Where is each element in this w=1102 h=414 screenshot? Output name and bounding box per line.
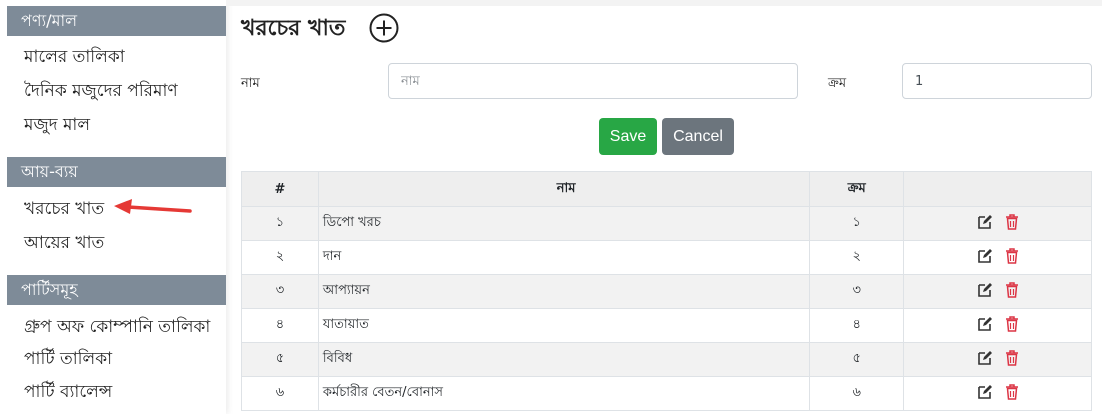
col-header-order: ক্রম <box>809 171 905 207</box>
plus-circle-icon[interactable] <box>369 13 399 43</box>
cell-actions <box>903 274 1092 309</box>
cell-order: ৫ <box>809 342 905 377</box>
edit-icon[interactable] <box>977 282 993 298</box>
sidebar-section-parties: পার্টিসমূহ <box>7 275 226 305</box>
sidebar-section-products: পণ্য/মাল <box>7 6 226 36</box>
edit-icon[interactable] <box>977 316 993 332</box>
cell-name: বিবিধ <box>317 342 811 377</box>
sidebar-item-group-companies[interactable]: গ্রুপ অফ কোম্পানি তালিকা <box>24 314 210 342</box>
table-row: ৪ যাতায়াত ৪ <box>241 308 1092 343</box>
cell-order: ৪ <box>809 308 905 343</box>
edit-icon[interactable] <box>977 248 993 264</box>
cell-actions <box>903 240 1092 275</box>
sidebar-item-expense-heads[interactable]: খরচের খাত <box>24 196 104 224</box>
expense-heads-table: # নাম ক্রম ১ ডিপো খরচ ১ ২ দান ২ ৩ আপ্যায… <box>241 171 1092 411</box>
cell-actions <box>903 376 1092 411</box>
col-header-actions <box>903 171 1092 207</box>
table-row: ৩ আপ্যায়ন ৩ <box>241 274 1092 309</box>
sidebar-item-stock[interactable]: মজুদ মাল <box>24 112 90 140</box>
cell-number: ৪ <box>241 308 319 343</box>
cell-name: ডিপো খরচ <box>317 206 811 241</box>
delete-icon[interactable] <box>1005 383 1019 400</box>
cell-number: ৩ <box>241 274 319 309</box>
cell-order: ৩ <box>809 274 905 309</box>
cell-number: ৫ <box>241 342 319 377</box>
cell-name: দান <box>317 240 811 275</box>
edit-icon[interactable] <box>977 214 993 230</box>
cell-actions <box>903 206 1092 241</box>
edit-icon[interactable] <box>977 350 993 366</box>
main-content: খরচের খাত নাম ক্রম Save Cancel # নাম ক্র… <box>226 0 1102 414</box>
order-label: ক্রম <box>828 76 847 91</box>
sidebar-item-party-balance[interactable]: পার্টি ব্যালেন্স <box>24 379 112 407</box>
cell-order: ৬ <box>809 376 905 411</box>
sidebar-item-product-list[interactable]: মালের তালিকা <box>24 44 125 72</box>
sidebar-item-income-heads[interactable]: আয়ের খাত <box>24 230 104 258</box>
table-row: ২ দান ২ <box>241 240 1092 275</box>
red-arrow-icon <box>114 199 192 214</box>
table-header-row: # নাম ক্রম <box>241 171 1092 207</box>
cell-actions <box>903 308 1092 343</box>
delete-icon[interactable] <box>1005 349 1019 366</box>
sidebar-section-income-expense: আয়-ব্যয় <box>7 157 226 187</box>
table-row: ৬ কর্মচারীর বেতন/বোনাস ৬ <box>241 376 1092 411</box>
cell-number: ২ <box>241 240 319 275</box>
save-button[interactable]: Save <box>599 118 657 155</box>
sidebar-item-party-list[interactable]: পার্টি তালিকা <box>24 346 112 374</box>
order-input[interactable] <box>902 63 1092 99</box>
top-strip <box>226 0 1102 6</box>
cell-actions <box>903 342 1092 377</box>
name-label: নাম <box>241 76 260 91</box>
cell-order: ১ <box>809 206 905 241</box>
col-header-name: নাম <box>317 171 811 207</box>
cell-name: আপ্যায়ন <box>317 274 811 309</box>
name-input[interactable] <box>388 63 798 99</box>
delete-icon[interactable] <box>1005 247 1019 264</box>
cell-name: যাতায়াত <box>317 308 811 343</box>
edit-icon[interactable] <box>977 384 993 400</box>
delete-icon[interactable] <box>1005 281 1019 298</box>
cell-order: ২ <box>809 240 905 275</box>
cell-name: কর্মচারীর বেতন/বোনাস <box>317 376 811 411</box>
delete-icon[interactable] <box>1005 213 1019 230</box>
table-row: ৫ বিবিধ ৫ <box>241 342 1092 377</box>
table-row: ১ ডিপো খরচ ১ <box>241 206 1092 241</box>
sidebar: পণ্য/মাল মালের তালিকা দৈনিক মজুদের পরিমা… <box>0 0 226 414</box>
delete-icon[interactable] <box>1005 315 1019 332</box>
cell-number: ১ <box>241 206 319 241</box>
col-header-number: # <box>241 171 319 207</box>
cancel-button[interactable]: Cancel <box>662 118 734 155</box>
cell-number: ৬ <box>241 376 319 411</box>
page-title: খরচের খাত <box>241 16 346 41</box>
sidebar-item-daily-stock[interactable]: দৈনিক মজুদের পরিমাণ <box>24 78 178 106</box>
